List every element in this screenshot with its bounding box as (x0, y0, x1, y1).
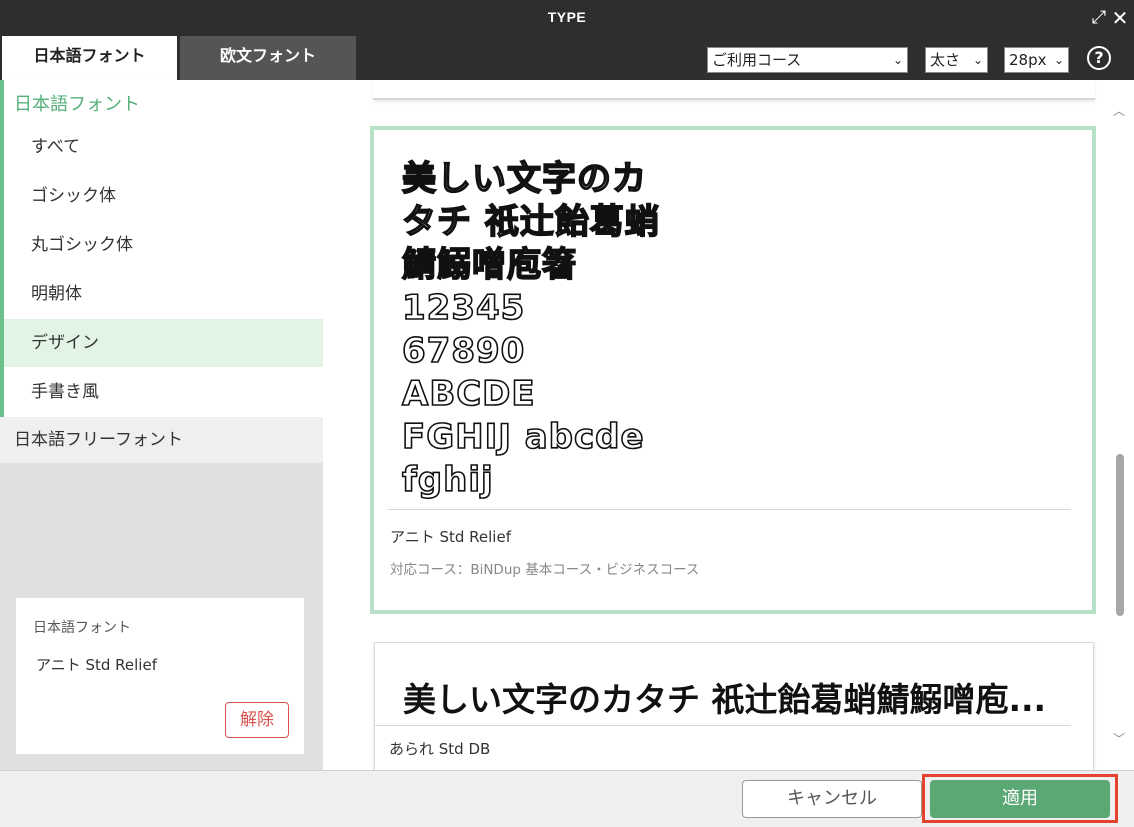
category-heading[interactable]: 日本語フォント (14, 90, 140, 116)
category-list: 日本語フォント すべて ゴシック体 丸ゴシック体 明朝体 デザイン 手書き風 (0, 80, 323, 417)
selected-font-label: 日本語フォント (33, 620, 131, 636)
font-card[interactable]: 美しい文字のカタチ 祇辻飴葛蛸鯖鰯噌庖... あられ Std DB (374, 642, 1094, 770)
sample-line: タチ 祇辻飴葛蛸 (401, 201, 660, 243)
size-select[interactable]: 28px ⌄ (1004, 47, 1069, 73)
sidebar-item-handwritten[interactable]: 手書き風 (4, 368, 323, 416)
help-icon[interactable]: ? (1087, 46, 1111, 70)
sidebar-item-free-fonts[interactable]: 日本語フリーフォント (0, 417, 323, 463)
scroll-down-icon[interactable]: ﹀ (1113, 730, 1125, 747)
tab-japanese-fonts[interactable]: 日本語フォント (2, 36, 177, 80)
size-select-value: 28px (1009, 51, 1047, 69)
sample-line: FGHIJ abcde (401, 416, 645, 458)
sidebar-item-gothic[interactable]: ゴシック体 (4, 172, 323, 220)
card-divider (375, 725, 1071, 726)
font-card-selected[interactable]: 美しい文字のカ タチ 祇辻飴葛蛸 鯖鰯噌庖箸 12345 67890 ABCDE… (370, 126, 1096, 614)
course-select-value: ご利用コース (712, 51, 802, 69)
sample-line: fghij (401, 459, 494, 501)
close-icon[interactable]: ✕ (1111, 8, 1129, 28)
chevron-down-icon: ⌄ (972, 53, 983, 67)
sample-line: 67890 (401, 330, 526, 372)
sample-line: 鯖鰯噌庖箸 (401, 244, 577, 286)
font-course-info: 対応コース：BiNDup 基本コース・ビジネスコース (390, 562, 700, 578)
tab-western-fonts[interactable]: 欧文フォント (180, 36, 356, 80)
course-select[interactable]: ご利用コース ⌄ (707, 47, 908, 73)
selected-font-card: 日本語フォント アニト Std Relief 解除 (16, 598, 304, 754)
scrollbar-thumb[interactable] (1116, 454, 1124, 616)
sidebar-item-mincho[interactable]: 明朝体 (4, 270, 323, 318)
cancel-button[interactable]: キャンセル (742, 780, 922, 818)
sample-line: ABCDE (401, 373, 536, 415)
scrollbar-track[interactable] (1116, 125, 1124, 723)
card-divider (388, 509, 1071, 510)
font-sample-preview: 美しい文字のカ タチ 祇辻飴葛蛸 鯖鰯噌庖箸 12345 67890 ABCDE… (401, 158, 822, 502)
sidebar-item-design[interactable]: デザイン (4, 319, 323, 367)
sample-line: 美しい文字のカ (401, 158, 647, 200)
apply-button[interactable]: 適用 (930, 780, 1110, 818)
selected-font-name: アニト Std Relief (36, 656, 157, 674)
window-title: TYPE (547, 9, 587, 25)
font-list: 美しい文字のカ タチ 祇辻飴葛蛸 鯖鰯噌庖箸 12345 67890 ABCDE… (323, 80, 1134, 770)
title-bar: TYPE ⤢ ✕ (0, 0, 1134, 36)
footer: キャンセル 適用 (0, 770, 1134, 827)
scroll-up-icon[interactable]: ︿ (1113, 102, 1125, 119)
font-name: アニト Std Relief (390, 528, 511, 546)
sample-line: 12345 (401, 287, 526, 329)
sidebar-item-rounded-gothic[interactable]: 丸ゴシック体 (4, 221, 323, 269)
release-button[interactable]: 解除 (225, 702, 289, 738)
chevron-down-icon: ⌄ (1053, 53, 1064, 67)
font-sample-preview: 美しい文字のカタチ 祇辻飴葛蛸鯖鰯噌庖... (403, 680, 1047, 719)
expand-icon[interactable]: ⤢ (1090, 8, 1108, 28)
sidebar-item-all[interactable]: すべて (4, 123, 323, 171)
weight-select[interactable]: 太さ ⌄ (925, 47, 988, 73)
chevron-down-icon: ⌄ (892, 53, 903, 67)
sidebar: 日本語フォント すべて ゴシック体 丸ゴシック体 明朝体 デザイン 手書き風 日… (0, 80, 323, 770)
weight-select-value: 太さ (930, 51, 961, 69)
font-name: あられ Std DB (389, 740, 491, 758)
previous-card-edge (373, 80, 1095, 100)
